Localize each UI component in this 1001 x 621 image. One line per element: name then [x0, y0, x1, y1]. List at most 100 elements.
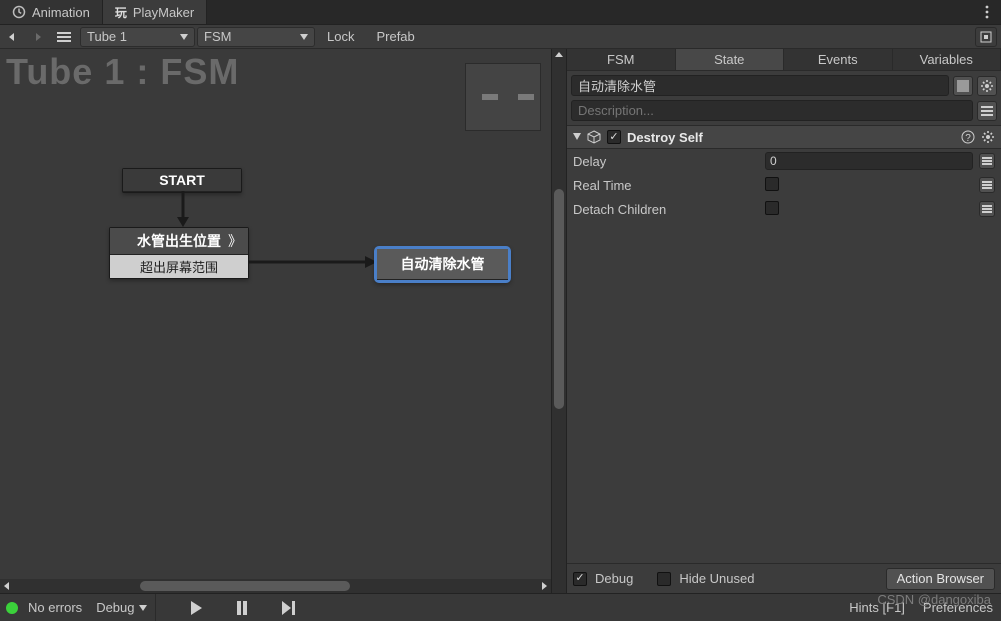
- minimap[interactable]: [465, 63, 541, 131]
- tab-variables[interactable]: Variables: [893, 49, 1001, 70]
- param-menu-button[interactable]: [979, 201, 995, 217]
- state-name-input[interactable]: [571, 75, 949, 96]
- status-text: No errors: [28, 600, 82, 615]
- hide-unused-checkbox[interactable]: [657, 572, 671, 586]
- tab-fsm[interactable]: FSM: [567, 49, 676, 70]
- step-button[interactable]: [266, 594, 310, 621]
- minimap-toggle[interactable]: [975, 27, 997, 47]
- chevron-down-icon: [300, 34, 308, 40]
- hamburger-icon: [982, 157, 992, 165]
- graph-panel: Tube 1 : FSM START 水管出生位置》 超出屏幕范围 自动清除水管: [0, 49, 552, 593]
- help-icon[interactable]: ?: [961, 130, 975, 144]
- state-name: 自动清除水管: [377, 249, 508, 280]
- hints-button[interactable]: Hints [F1]: [849, 600, 905, 615]
- hamburger-icon: [982, 181, 992, 189]
- inspector-footer: Debug Hide Unused Action Browser: [567, 563, 1001, 593]
- window-menu-button[interactable]: [979, 0, 995, 24]
- inspector-tabs: FSM State Events Variables: [567, 49, 1001, 71]
- detach-label: Detach Children: [573, 202, 759, 217]
- canvas-title: Tube 1 : FSM: [6, 51, 239, 93]
- cube-icon: [587, 130, 601, 144]
- vertical-scrollbar[interactable]: [552, 49, 566, 593]
- recent-list-button[interactable]: [52, 26, 76, 48]
- action-enabled-checkbox[interactable]: [607, 130, 621, 144]
- state-node-spawn[interactable]: 水管出生位置》 超出屏幕范围: [109, 227, 249, 279]
- action-browser-button[interactable]: Action Browser: [886, 568, 995, 590]
- horizontal-scrollbar[interactable]: [0, 579, 552, 593]
- chevron-down-icon: [180, 34, 188, 40]
- tab-playmaker[interactable]: 玩 PlayMaker: [103, 0, 207, 24]
- triangle-right-icon: [540, 582, 548, 590]
- detach-checkbox[interactable]: [765, 201, 779, 215]
- scroll-right-button[interactable]: [537, 579, 551, 593]
- triangle-up-icon: [555, 51, 563, 59]
- foldout-icon[interactable]: [573, 133, 581, 141]
- play-icon: [190, 601, 202, 615]
- dropdown-label: Tube 1: [87, 29, 127, 44]
- realtime-label: Real Time: [573, 178, 759, 193]
- hamburger-icon: [981, 106, 993, 116]
- debug-label: Debug: [595, 571, 633, 586]
- description-menu-button[interactable]: [977, 101, 997, 121]
- triangle-left-icon: [3, 582, 11, 590]
- swatch-icon: [957, 80, 969, 92]
- triangle-left-icon: [7, 32, 17, 42]
- svg-text:?: ?: [965, 133, 971, 144]
- scrollbar-thumb[interactable]: [140, 581, 350, 591]
- inspector-panel: FSM State Events Variables Destroy Self …: [566, 49, 1001, 593]
- kebab-icon: [985, 5, 989, 19]
- debug-checkbox[interactable]: [573, 572, 587, 586]
- state-description-input[interactable]: [571, 100, 973, 121]
- preferences-button[interactable]: Preferences: [923, 600, 993, 615]
- start-node[interactable]: START: [122, 168, 242, 193]
- editor-tabs: Animation 玩 PlayMaker: [0, 0, 1001, 25]
- tab-label: Animation: [32, 5, 90, 20]
- realtime-checkbox[interactable]: [765, 177, 779, 191]
- history-forward-button[interactable]: [26, 26, 50, 48]
- lock-toggle[interactable]: Lock: [317, 27, 364, 47]
- param-menu-button[interactable]: [979, 177, 995, 193]
- prefab-button[interactable]: Prefab: [366, 27, 424, 47]
- dropdown-label: FSM: [204, 29, 231, 44]
- arrow-icon: [176, 191, 190, 229]
- error-status[interactable]: No errors: [20, 594, 86, 621]
- scroll-left-button[interactable]: [0, 579, 14, 593]
- start-label: START: [123, 169, 241, 192]
- list-icon: [57, 31, 71, 43]
- tab-animation[interactable]: Animation: [0, 0, 103, 24]
- tab-events[interactable]: Events: [784, 49, 893, 70]
- status-bar: No errors Debug Hints [F1] Preferences: [0, 593, 1001, 621]
- chevron-down-icon: [139, 605, 147, 611]
- param-menu-button[interactable]: [979, 153, 995, 169]
- pause-button[interactable]: [220, 594, 264, 621]
- state-node-auto-clear[interactable]: 自动清除水管: [374, 246, 511, 283]
- state-settings-button[interactable]: [977, 76, 997, 96]
- status-led-icon: [6, 602, 18, 614]
- dropdown-label: Debug: [96, 600, 134, 615]
- debug-dropdown[interactable]: Debug: [88, 594, 155, 621]
- color-swatch-button[interactable]: [953, 76, 973, 96]
- tab-state[interactable]: State: [676, 49, 785, 70]
- playmaker-icon: 玩: [115, 4, 127, 21]
- toolbar: Tube 1 FSM Lock Prefab: [0, 25, 1001, 49]
- tab-label: PlayMaker: [133, 5, 194, 20]
- hamburger-icon: [982, 205, 992, 213]
- play-button[interactable]: [174, 594, 218, 621]
- focus-icon: [980, 31, 992, 43]
- state-name: 水管出生位置: [137, 233, 221, 249]
- clock-icon: [12, 5, 26, 19]
- gear-icon: [980, 79, 994, 93]
- pause-icon: [236, 601, 248, 615]
- delay-input[interactable]: [765, 152, 973, 170]
- loop-marker: 》: [228, 231, 242, 251]
- history-back-button[interactable]: [0, 26, 24, 48]
- step-icon: [281, 601, 295, 615]
- object-dropdown[interactable]: Tube 1: [80, 27, 195, 47]
- gear-icon[interactable]: [981, 130, 995, 144]
- delay-label: Delay: [573, 154, 759, 169]
- transition-label[interactable]: 超出屏幕范围: [110, 255, 248, 278]
- action-header[interactable]: Destroy Self ?: [567, 125, 1001, 149]
- fsm-dropdown[interactable]: FSM: [197, 27, 315, 47]
- scrollbar-thumb[interactable]: [554, 189, 564, 409]
- fsm-canvas[interactable]: Tube 1 : FSM START 水管出生位置》 超出屏幕范围 自动清除水管: [0, 49, 552, 579]
